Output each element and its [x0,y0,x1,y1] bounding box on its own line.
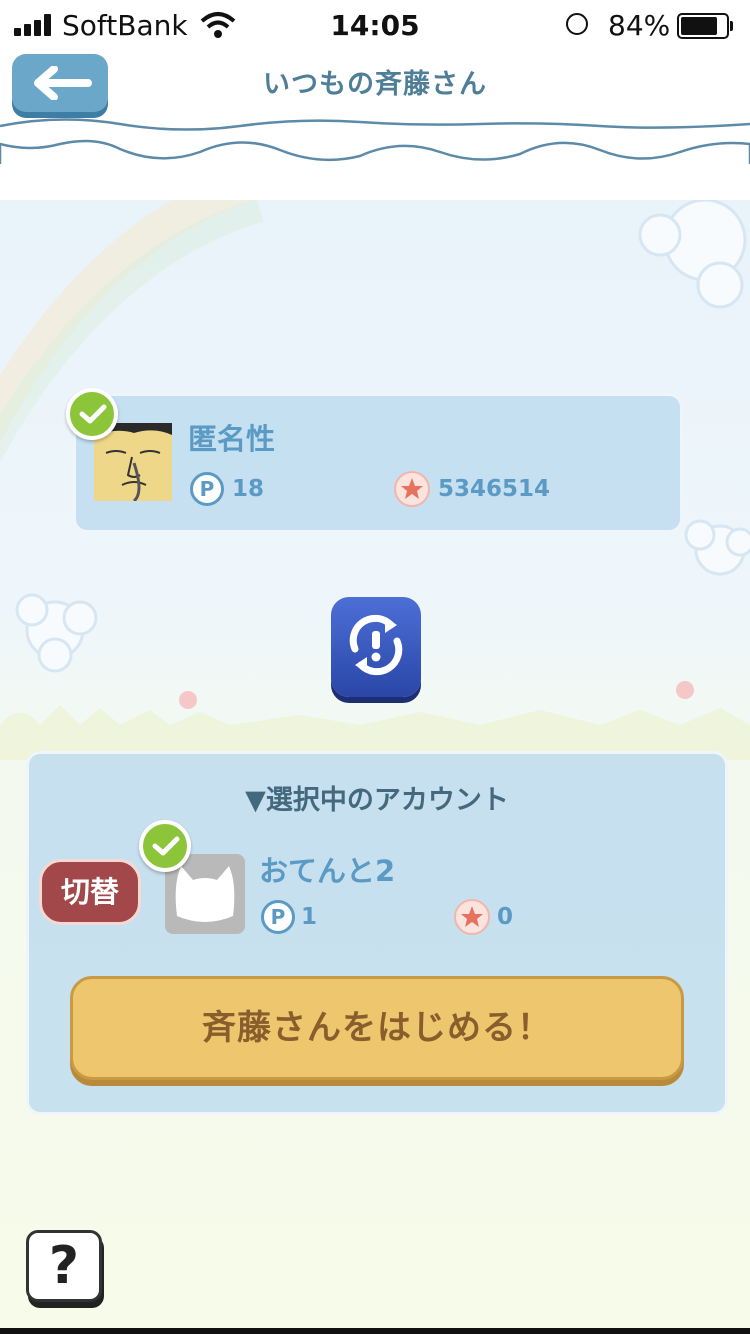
switch-button[interactable]: 切替 [39,859,141,925]
stars-value: 0 [497,904,514,930]
stars-value: 5346514 [438,476,551,502]
page-title: いつもの斉藤さん [263,69,487,100]
points-value: 18 [232,476,265,502]
header-bar: いつもの斉藤さん [0,52,750,200]
points-icon: P [190,472,224,506]
account-name: 匿名性 [188,422,276,456]
bottom-edge [0,1328,750,1334]
checkmark-icon [66,388,118,440]
cloud-border [0,118,750,200]
orientation-lock-icon [566,13,588,35]
status-bar: SoftBank 14:05 84% [0,0,750,52]
swap-account-button[interactable] [331,597,421,697]
start-button[interactable]: 斉藤さんをはじめる！ [70,976,684,1080]
account-name: おてんと2 [259,854,396,888]
battery-icon [677,13,733,39]
points-value: 1 [301,904,318,930]
star-icon [394,471,430,507]
points-icon: P [261,900,295,934]
checkmark-icon [139,820,191,872]
linked-account-card: 匿名性 P 18 5346514 [66,388,683,533]
battery-percent: 84% [608,9,671,42]
swap-icon [349,614,403,676]
help-button[interactable]: ? [26,1230,102,1302]
star-icon [454,899,490,935]
selected-account-panel: ▼選択中のアカウント 切替 おてんと2 P 1 0 斉藤さんをはじめる！ [26,751,728,1115]
section-header: ▼選択中のアカウント [245,785,509,816]
